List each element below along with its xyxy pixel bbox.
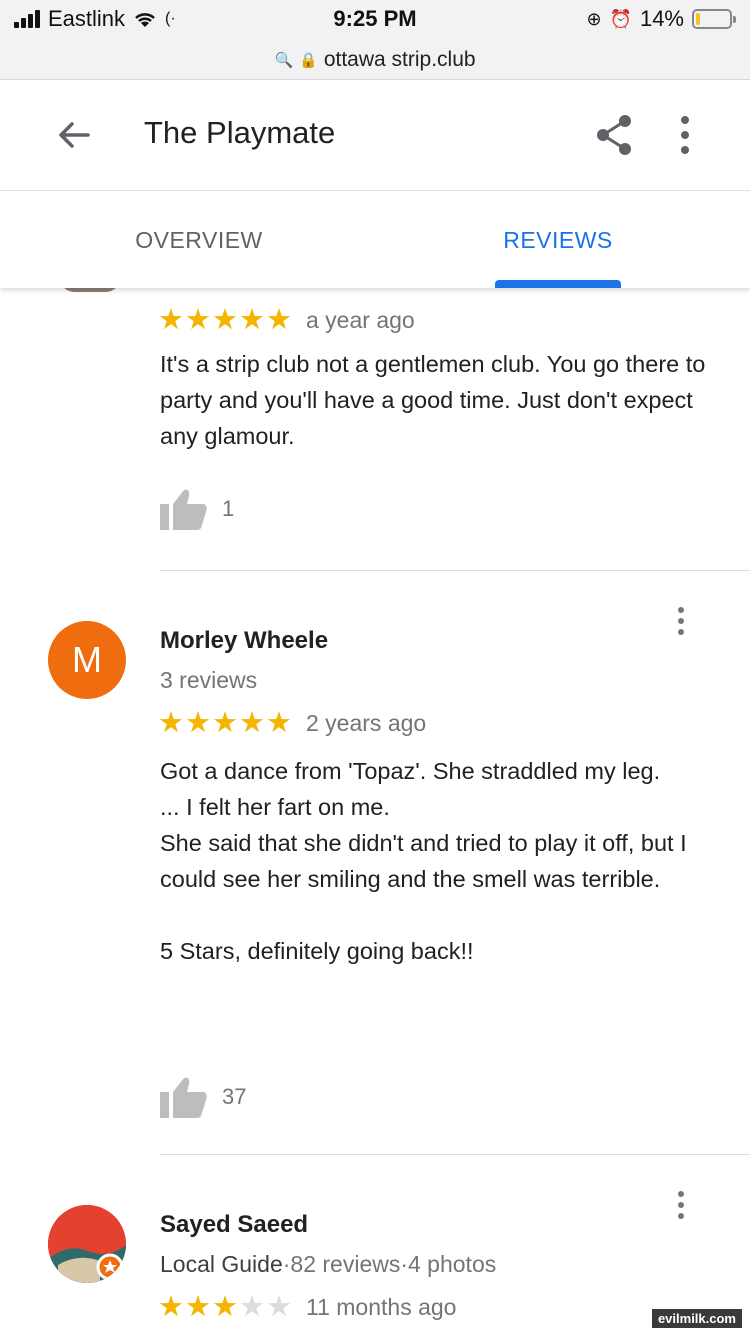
more-options-button[interactable] bbox=[664, 109, 706, 161]
battery-percent: 14% bbox=[639, 6, 684, 31]
review-stats: ·82 reviews·4 photos bbox=[282, 1251, 497, 1277]
star-filled-icon: ★ bbox=[185, 1291, 211, 1323]
reviews-list[interactable]: ★ ★ ★ ★ ★ a year ago It's a strip club not a… bbox=[0, 288, 750, 1332]
review-time: a year ago bbox=[306, 307, 415, 333]
share-button[interactable] bbox=[588, 109, 640, 161]
star-filled-icon: ★ bbox=[212, 1291, 238, 1323]
local-guide-badge: Local Guide bbox=[160, 1251, 283, 1277]
star-filled-icon: ★ bbox=[158, 1291, 184, 1323]
review-author-meta: 3 reviews bbox=[160, 667, 258, 693]
like-button[interactable]: 37 bbox=[160, 1076, 246, 1118]
watermark: evilmilk.com bbox=[651, 1309, 742, 1328]
review-time: 11 months ago bbox=[306, 1294, 457, 1320]
like-count: 37 bbox=[222, 1084, 247, 1109]
star-filled-icon: ★ bbox=[158, 304, 184, 336]
app-header: The Playmate bbox=[0, 81, 750, 191]
star-empty-icon: ★ bbox=[239, 1291, 265, 1323]
star-filled-icon: ★ bbox=[266, 707, 292, 739]
review-rating: ★ ★ ★ ★ ★ a year ago bbox=[158, 306, 415, 335]
star-filled-icon: ★ bbox=[266, 304, 292, 336]
thumbs-up-icon bbox=[160, 489, 207, 530]
lock-icon: 🔒 bbox=[299, 51, 318, 69]
star-empty-icon: ★ bbox=[266, 1291, 292, 1323]
tab-bar: OVERVIEW REVIEWS bbox=[0, 192, 750, 288]
tab-reviews[interactable]: REVIEWS bbox=[408, 192, 708, 288]
review-author[interactable]: Sayed Saeed bbox=[160, 1211, 308, 1239]
battery-icon bbox=[692, 9, 736, 29]
review-more-button[interactable] bbox=[666, 601, 696, 641]
review-rating: ★ ★ ★ ★ ★ 11 months ago bbox=[158, 1293, 456, 1322]
star-filled-icon: ★ bbox=[185, 707, 211, 739]
avatar[interactable]: M bbox=[48, 621, 126, 699]
review-more-button[interactable] bbox=[666, 1185, 696, 1225]
profile-photo-icon bbox=[48, 1205, 126, 1283]
review-author-meta: Local Guide·82 reviews·4 photos bbox=[160, 1251, 496, 1278]
tab-overview[interactable]: OVERVIEW bbox=[49, 192, 349, 288]
star-filled-icon: ★ bbox=[212, 304, 238, 336]
star-filled-icon: ★ bbox=[185, 304, 211, 336]
status-right: ⊕ ⏰ 14% bbox=[586, 6, 736, 32]
review-text: It's a strip club not a gentlemen club. … bbox=[160, 351, 706, 449]
review-author[interactable]: Morley Wheele bbox=[160, 627, 328, 655]
star-filled-icon: ★ bbox=[239, 707, 265, 739]
star-rating: ★ ★ ★ ★ ★ bbox=[158, 1293, 292, 1322]
like-count: 1 bbox=[222, 496, 235, 521]
divider bbox=[160, 1154, 750, 1155]
url-bar[interactable]: 🔍 🔒 ottawa strip.club bbox=[0, 40, 750, 80]
url-text: ottawa strip.club bbox=[323, 47, 476, 71]
share-icon bbox=[597, 115, 631, 155]
back-button[interactable] bbox=[48, 109, 100, 161]
arrow-back-icon bbox=[59, 122, 90, 148]
review-rating: ★ ★ ★ ★ ★ 2 years ago bbox=[158, 709, 426, 738]
review-text: Got a dance from 'Topaz'. She straddled … bbox=[160, 758, 687, 964]
avatar bbox=[60, 288, 120, 292]
star-filled-icon: ★ bbox=[212, 707, 238, 739]
review-time: 2 years ago bbox=[306, 710, 427, 736]
star-rating: ★ ★ ★ ★ ★ bbox=[158, 306, 292, 335]
divider bbox=[160, 570, 750, 571]
thumbs-up-icon bbox=[160, 1077, 207, 1118]
like-button[interactable]: 1 bbox=[160, 488, 234, 530]
battery-level bbox=[696, 13, 700, 25]
alarm-icon: ⏰ bbox=[609, 8, 632, 29]
more-vert-icon bbox=[681, 116, 689, 154]
star-filled-icon: ★ bbox=[239, 304, 265, 336]
rotation-lock-icon: ⊕ bbox=[586, 8, 602, 29]
status-bar: Eastlink (· 9:25 PM ⊕ ⏰ 14% bbox=[0, 0, 750, 40]
page-title: The Playmate bbox=[144, 115, 336, 150]
star-filled-icon: ★ bbox=[158, 707, 184, 739]
star-rating: ★ ★ ★ ★ ★ bbox=[158, 709, 292, 738]
search-icon: 🔍 bbox=[274, 51, 294, 69]
avatar[interactable] bbox=[48, 1205, 126, 1283]
active-tab-indicator bbox=[495, 280, 621, 288]
